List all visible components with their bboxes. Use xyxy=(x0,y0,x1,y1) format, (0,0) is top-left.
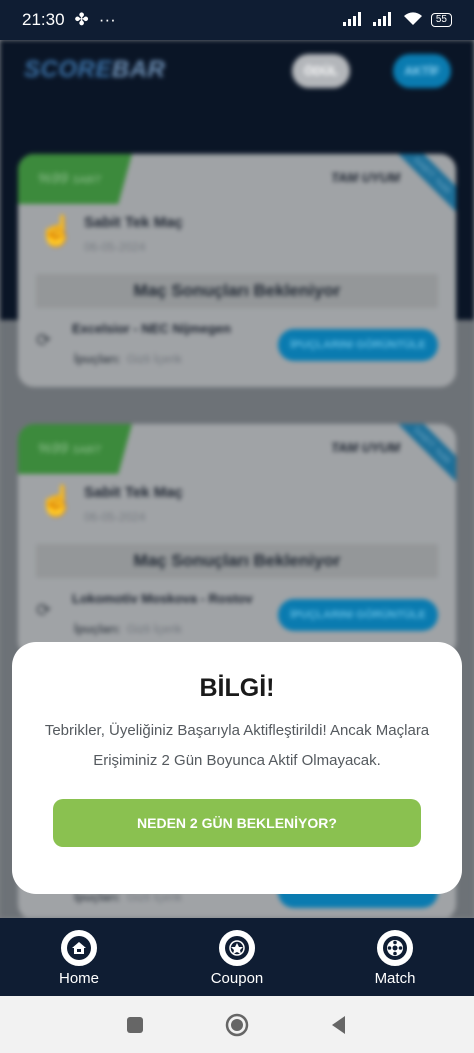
tam-uyum-label: TAM UYUM xyxy=(330,170,400,185)
corner-ribbon: SABİT: %99 xyxy=(390,424,456,487)
waiting-banner: Maç Sonuçları Bekleniyor xyxy=(36,274,438,308)
prediction-card: %99 SABİT TAM UYUM SABİT: %99 ☝ Sabit Te… xyxy=(18,154,456,387)
odul-button[interactable]: ÖDÜL xyxy=(292,54,350,88)
system-nav-bar xyxy=(0,996,474,1053)
info-dialog: BİLGİ! Tebrikler, Üyeliğiniz Başarıyla A… xyxy=(12,642,462,894)
prediction-card: %99 SABİT TAM UYUM SABİT: %99 ☝ Sabit Te… xyxy=(18,424,456,657)
show-hints-button[interactable]: İPUÇLARINI GÖRÜNTÜLE xyxy=(278,599,438,631)
waiting-banner: Maç Sonuçları Bekleniyor xyxy=(36,544,438,578)
tam-uyum-label: TAM UYUM xyxy=(330,440,400,455)
nav-home-label: Home xyxy=(58,970,99,987)
more-dots: ··· xyxy=(98,10,116,29)
signal-icon-2 xyxy=(372,11,395,29)
corner-ribbon: SABİT: %99 xyxy=(390,154,456,217)
confidence-ribbon: %99 SABİT xyxy=(18,154,132,204)
fan-icon: ✤ xyxy=(74,10,89,29)
signal-icon xyxy=(342,11,365,29)
coupon-icon xyxy=(219,930,255,966)
sync-icon: ⟳ xyxy=(36,330,52,350)
bottom-nav: Home Coupon Match xyxy=(0,918,474,996)
wifi-icon xyxy=(403,11,423,29)
dialog-message: Tebrikler, Üyeliğiniz Başarıyla Aktifleş… xyxy=(44,722,430,769)
scorebar-logo: SCOREBAR xyxy=(24,56,166,83)
recents-icon[interactable] xyxy=(123,1013,147,1037)
card-date: 06-05-2024 xyxy=(84,240,146,254)
status-time: 21:30 xyxy=(22,10,65,29)
status-bar: 21:30 ✤ ··· 55 xyxy=(0,0,474,40)
show-hints-button[interactable]: İPUÇLARINI GÖRÜNTÜLE xyxy=(278,329,438,361)
nav-match[interactable]: Match xyxy=(335,930,455,987)
back-icon[interactable] xyxy=(327,1013,351,1037)
nav-coupon-label: Coupon xyxy=(210,970,264,987)
nav-home[interactable]: Home xyxy=(19,930,139,987)
aktif-button[interactable]: AKTİF xyxy=(393,54,451,88)
match-name: Excelsior - NEC Nijmegen xyxy=(72,321,231,336)
home-icon xyxy=(61,930,97,966)
dialog-title: BİLGİ! xyxy=(199,674,275,702)
hint-row: İpuçları: Gizli İçerik xyxy=(74,622,183,636)
card-date: 06-05-2024 xyxy=(84,510,146,524)
hint-row: İpuçları: Gizli İçerik xyxy=(74,352,183,366)
card-title: Sabit Tek Maç xyxy=(84,214,183,231)
match-name: Lokomotiv Moskova - Rostov xyxy=(72,591,253,606)
battery-icon: 55 xyxy=(430,13,452,27)
match-ball-icon xyxy=(377,930,413,966)
card-title: Sabit Tek Maç xyxy=(84,484,183,501)
confidence-ribbon: %99 SABİT xyxy=(18,424,132,474)
home-system-icon[interactable] xyxy=(225,1013,249,1037)
nav-match-label: Match xyxy=(374,970,416,987)
pointing-hand-icon: ☝ xyxy=(38,215,76,248)
why-wait-button[interactable]: NEDEN 2 GÜN BEKLENİYOR? xyxy=(53,799,421,847)
pointing-hand-icon: ☝ xyxy=(38,485,76,518)
sync-icon: ⟳ xyxy=(36,600,52,620)
nav-coupon[interactable]: Coupon xyxy=(177,930,297,987)
